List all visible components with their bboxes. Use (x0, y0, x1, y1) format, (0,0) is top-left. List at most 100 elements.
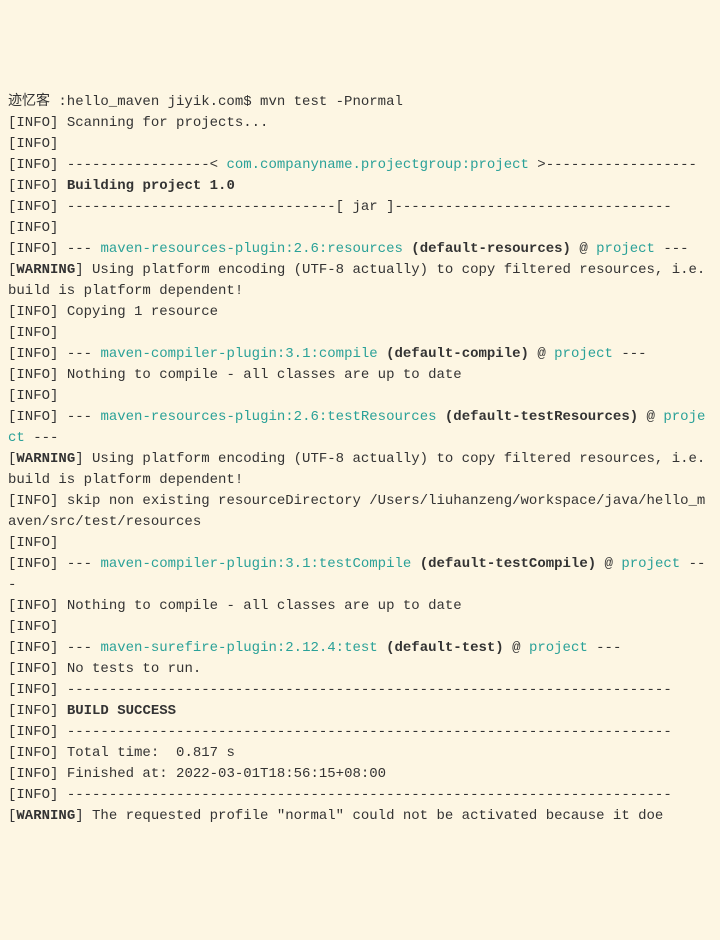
log-text (58, 220, 66, 236)
log-line: [INFO] (8, 386, 712, 407)
log-text: Copying 1 resource (58, 304, 218, 320)
info-tag: [INFO] (8, 115, 58, 131)
log-text: --- (58, 241, 100, 257)
log-line: [INFO] ---------------------------------… (8, 680, 712, 701)
log-line: [INFO] Finished at: 2022-03-01T18:56:15+… (8, 764, 712, 785)
goal-name: (default-testCompile) (411, 556, 596, 572)
log-line: [INFO] ---------------------------------… (8, 785, 712, 806)
log-line: [INFO] Nothing to compile - all classes … (8, 365, 712, 386)
log-text: --------------------------------[ (58, 199, 352, 215)
project-name: project (621, 556, 680, 572)
log-line: [WARNING] Using platform encoding (UTF-8… (8, 260, 712, 302)
log-line: [INFO] ---------------------------------… (8, 722, 712, 743)
log-line: [INFO] BUILD SUCCESS (8, 701, 712, 722)
log-text (58, 535, 66, 551)
project-name: project (529, 640, 588, 656)
log-line: [WARNING] Using platform encoding (UTF-8… (8, 449, 712, 491)
log-text: Nothing to compile - all classes are up … (58, 598, 461, 614)
info-tag: [INFO] (8, 556, 58, 572)
info-tag: [INFO] (8, 241, 58, 257)
log-line: [INFO] (8, 617, 712, 638)
info-tag: [INFO] (8, 136, 58, 152)
log-line: [INFO] (8, 323, 712, 344)
plugin-name: maven-surefire-plugin:2.12.4:test (100, 640, 377, 656)
log-text (58, 325, 66, 341)
project-group: com.companyname.projectgroup:project (226, 157, 528, 173)
log-text: >------------------ (529, 157, 697, 173)
info-tag: [INFO] (8, 220, 58, 236)
log-text: --- (588, 640, 622, 656)
log-text: No tests to run. (58, 661, 201, 677)
total-time: Total time: 0.817 s (58, 745, 234, 761)
build-success: BUILD SUCCESS (67, 703, 176, 719)
log-text: The requested profile "normal" could not… (84, 808, 664, 824)
info-tag: [INFO] (8, 157, 58, 173)
log-line: [INFO] Copying 1 resource (8, 302, 712, 323)
plugin-name: maven-resources-plugin:2.6:resources (100, 241, 402, 257)
log-line: [INFO] Scanning for projects... (8, 113, 712, 134)
info-tag: [INFO] (8, 304, 58, 320)
log-text: --- (58, 346, 100, 362)
jar-text: jar (352, 199, 377, 215)
log-line: [INFO] Total time: 0.817 s (8, 743, 712, 764)
log-text: --- (25, 430, 59, 446)
info-tag: [INFO] (8, 787, 58, 803)
log-line: [INFO] (8, 533, 712, 554)
info-tag: [INFO] (8, 619, 58, 635)
log-text: @ (596, 556, 621, 572)
log-line: [INFO] --- maven-compiler-plugin:3.1:com… (8, 344, 712, 365)
info-tag: [INFO] (8, 199, 58, 215)
info-tag: [INFO] (8, 325, 58, 341)
log-text: ----------------------------------------… (58, 682, 671, 698)
project-name: project (554, 346, 613, 362)
info-tag: [INFO] (8, 682, 58, 698)
log-text: skip non existing resourceDirectory /Use… (8, 493, 705, 530)
project-name: project (596, 241, 655, 257)
prompt-command: mvn test -Pnormal (260, 94, 403, 110)
finished-at: Finished at: 2022-03-01T18:56:15+08:00 (58, 766, 386, 782)
plugin-name: maven-resources-plugin:2.6:testResources (100, 409, 436, 425)
prompt-prefix: 迹忆客 :hello_maven jiyik.com$ (8, 94, 260, 110)
warning-tag: WARNING (16, 262, 75, 278)
info-tag: [INFO] (8, 703, 58, 719)
log-text: --- (58, 409, 100, 425)
log-line: [INFO] Building project 1.0 (8, 176, 712, 197)
log-text: -----------------< (58, 157, 226, 173)
prompt-line: 迹忆客 :hello_maven jiyik.com$ mvn test -Pn… (8, 92, 712, 113)
log-text: Nothing to compile - all classes are up … (58, 367, 461, 383)
goal-name: (default-resources) (403, 241, 571, 257)
warning-tag: WARNING (16, 451, 75, 467)
warning-tag: WARNING (16, 808, 75, 824)
log-line: [INFO] skip non existing resourceDirecto… (8, 491, 712, 533)
goal-name: (default-test) (378, 640, 504, 656)
log-line: [WARNING] The requested profile "normal"… (8, 806, 712, 827)
log-text: @ (638, 409, 663, 425)
log-text: ----------------------------------------… (58, 787, 671, 803)
log-text: ----------------------------------------… (58, 724, 671, 740)
log-text: Using platform encoding (UTF-8 actually)… (8, 451, 714, 488)
log-text: @ (571, 241, 596, 257)
info-tag: [INFO] (8, 535, 58, 551)
building-text: Building project 1.0 (67, 178, 235, 194)
info-tag: [INFO] (8, 367, 58, 383)
goal-name: (default-testResources) (437, 409, 639, 425)
goal-name: (default-compile) (378, 346, 529, 362)
log-text: @ (504, 640, 529, 656)
info-tag: [INFO] (8, 388, 58, 404)
info-tag: [INFO] (8, 766, 58, 782)
log-line: [INFO] No tests to run. (8, 659, 712, 680)
log-text: --- (58, 556, 100, 572)
log-line: [INFO] -----------------< com.companynam… (8, 155, 712, 176)
log-text: --- (58, 640, 100, 656)
plugin-name: maven-compiler-plugin:3.1:testCompile (100, 556, 411, 572)
log-line: [INFO] --- maven-compiler-plugin:3.1:tes… (8, 554, 712, 596)
log-text: --- (613, 346, 647, 362)
info-tag: [INFO] (8, 640, 58, 656)
log-line: [INFO] --------------------------------[… (8, 197, 712, 218)
log-text: ]--------------------------------- (378, 199, 672, 215)
log-text (58, 619, 66, 635)
info-tag: [INFO] (8, 661, 58, 677)
log-line: [INFO] --- maven-surefire-plugin:2.12.4:… (8, 638, 712, 659)
plugin-name: maven-compiler-plugin:3.1:compile (100, 346, 377, 362)
log-text: --- (655, 241, 689, 257)
